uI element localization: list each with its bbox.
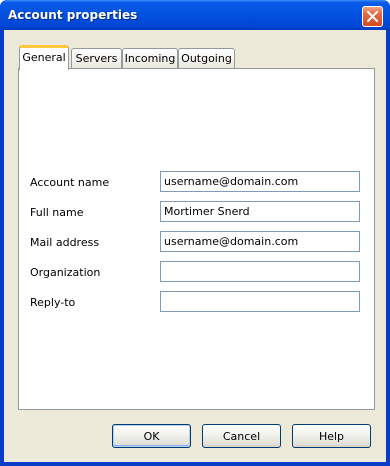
account-name-label: Account name bbox=[30, 176, 110, 189]
organization-label: Organization bbox=[30, 266, 101, 279]
cancel-button[interactable]: Cancel bbox=[202, 424, 281, 448]
mail-address-input[interactable] bbox=[160, 231, 360, 252]
help-button[interactable]: Help bbox=[292, 424, 371, 448]
reply-to-label: Reply-to bbox=[30, 296, 76, 309]
account-name-input[interactable] bbox=[160, 171, 360, 192]
tab-servers[interactable]: Servers bbox=[71, 48, 122, 70]
dialog-client-area: General Servers Incoming Outgoing Accoun… bbox=[4, 30, 386, 462]
close-button[interactable] bbox=[362, 6, 383, 27]
full-name-input[interactable] bbox=[160, 201, 360, 222]
organization-input[interactable] bbox=[160, 261, 360, 282]
tab-outgoing-label: Outgoing bbox=[181, 52, 232, 65]
tab-incoming-label: Incoming bbox=[124, 52, 176, 65]
ok-button[interactable]: OK bbox=[112, 424, 191, 448]
tab-general-label: General bbox=[22, 51, 66, 64]
account-properties-window: Account properties General Servers Incom… bbox=[0, 0, 390, 466]
tab-incoming[interactable]: Incoming bbox=[122, 48, 178, 70]
tab-general[interactable]: General bbox=[19, 45, 69, 71]
tab-servers-label: Servers bbox=[75, 52, 118, 65]
tab-outgoing[interactable]: Outgoing bbox=[178, 48, 235, 70]
window-title: Account properties bbox=[8, 8, 138, 22]
reply-to-input[interactable] bbox=[160, 291, 360, 312]
title-bar[interactable]: Account properties bbox=[0, 0, 390, 30]
close-icon bbox=[367, 11, 378, 22]
full-name-label: Full name bbox=[30, 206, 84, 219]
mail-address-label: Mail address bbox=[30, 236, 100, 249]
